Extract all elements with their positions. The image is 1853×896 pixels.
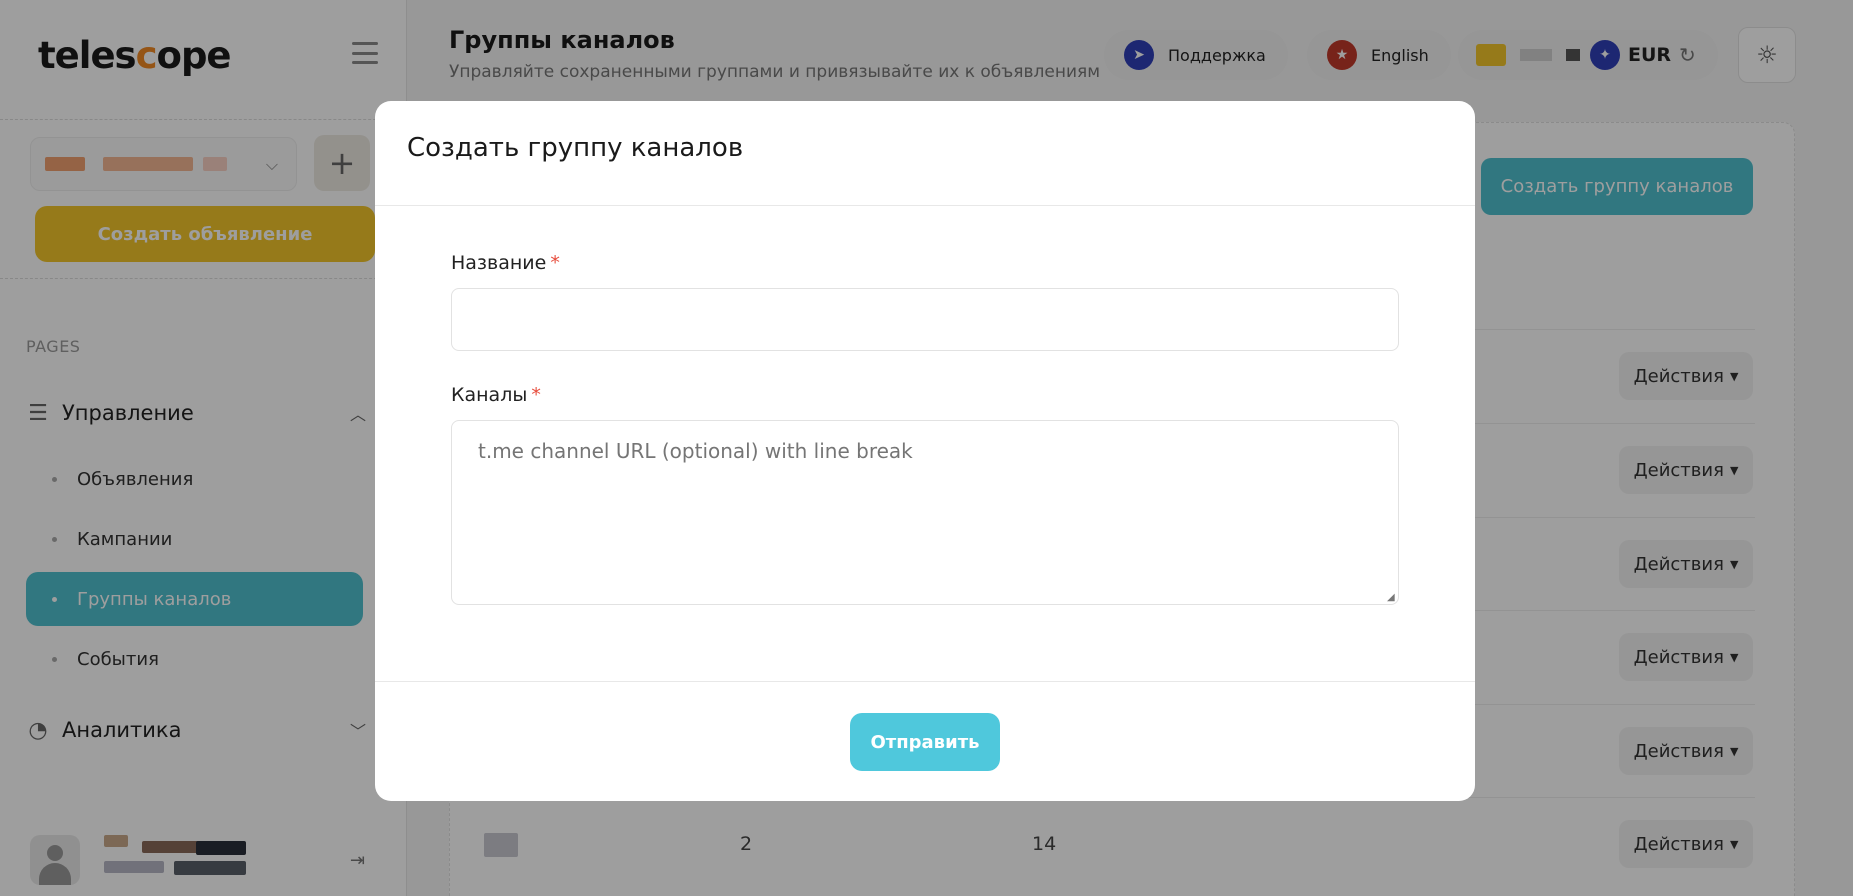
- modal-divider: [375, 681, 1475, 682]
- name-input[interactable]: [451, 288, 1399, 351]
- required-marker: *: [531, 384, 541, 406]
- modal-divider: [375, 205, 1475, 206]
- create-channel-group-modal: Создать группу каналов Название * Каналы *…: [375, 101, 1475, 801]
- submit-button[interactable]: Отправить: [850, 713, 1000, 771]
- modal-title: Создать группу каналов: [407, 133, 744, 163]
- name-field-label: Название *: [451, 252, 560, 274]
- channels-textarea[interactable]: [451, 420, 1399, 605]
- required-marker: *: [550, 252, 560, 274]
- channels-field-label: Каналы *: [451, 384, 541, 406]
- resize-handle-icon[interactable]: ◢: [1387, 592, 1395, 603]
